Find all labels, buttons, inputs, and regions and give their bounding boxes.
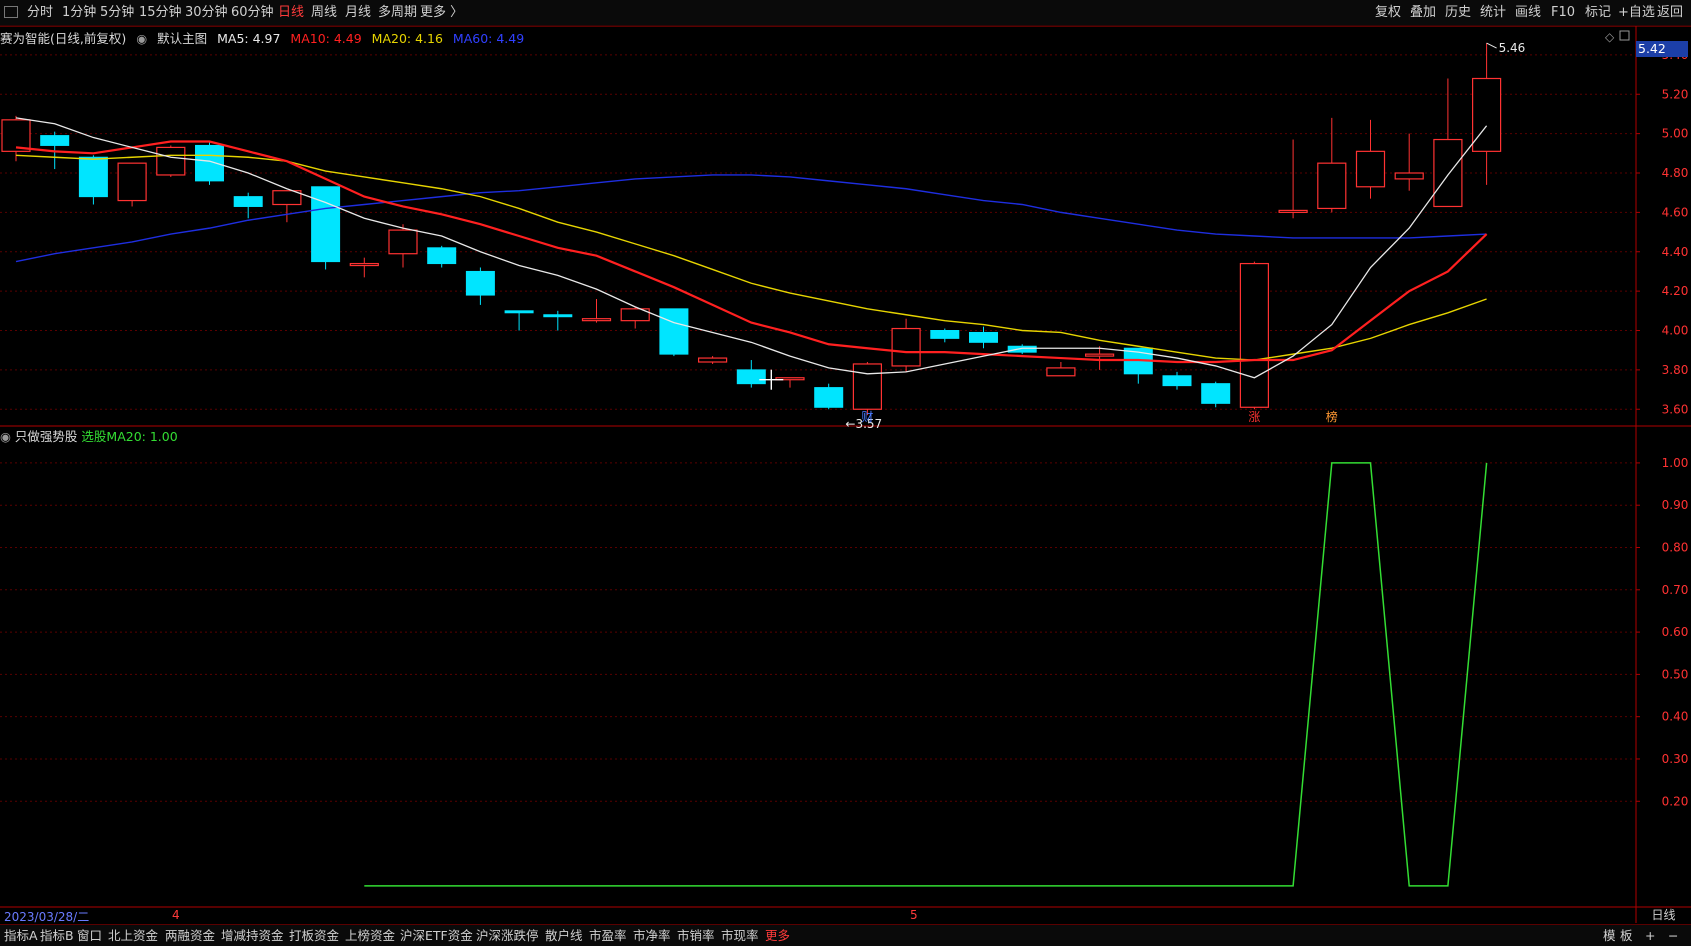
price-tick-label: 4.60	[1662, 205, 1689, 219]
window-icon	[1619, 30, 1630, 41]
candle-body	[969, 331, 998, 343]
bottom-tab-9[interactable]: 沪深涨跌停	[476, 925, 539, 946]
bottom-tabbar: 指标A 指标B 窗口 北上资金 两融资金 增减持资金 打板资金 上榜资金 沪深ETF资金 沪深涨跌…	[0, 924, 1691, 946]
cursor-date: 2023/03/28/二	[4, 910, 90, 924]
candle-body	[1471, 77, 1502, 152]
bottom-tab-5[interactable]: 增减持资金	[221, 925, 284, 946]
candle-body	[427, 247, 457, 265]
candle-body	[1317, 162, 1347, 210]
current-price-tag: 5.42	[1636, 41, 1688, 57]
bottom-tab-1[interactable]: 指标B	[40, 925, 74, 946]
candle-body	[1007, 345, 1037, 353]
indicator-tick-label: 0.40	[1662, 710, 1689, 724]
bottom-tab-7[interactable]: 上榜资金	[345, 925, 395, 946]
candle-body	[1278, 209, 1308, 213]
price-tick-label: 4.40	[1662, 245, 1689, 259]
event-tag: 财	[861, 410, 873, 424]
candle-body	[852, 363, 883, 410]
candle-body	[1355, 150, 1386, 188]
candle-body	[1394, 172, 1424, 180]
candle-body	[543, 314, 573, 318]
ma60-line	[15, 174, 1487, 263]
bottom-tab-11[interactable]: 市盈率	[589, 925, 627, 946]
price-tick-label: 5.00	[1662, 127, 1689, 141]
candle-body	[1162, 375, 1192, 387]
candle-body	[891, 327, 921, 367]
price-tick-label: 3.80	[1662, 363, 1689, 377]
candle-body	[1046, 367, 1076, 377]
bottom-tab-10[interactable]: 散户线	[545, 925, 583, 946]
candle-body	[504, 310, 534, 314]
candle-body	[930, 330, 960, 339]
zoom-out-button[interactable]: −	[1668, 925, 1678, 946]
bottom-tab-14[interactable]: 市现率	[721, 925, 759, 946]
candle-body	[659, 308, 689, 355]
candle-body	[349, 262, 379, 267]
candle-body	[156, 146, 186, 176]
kline-chart[interactable]: 5.405.205.004.804.604.404.204.003.803.60…	[0, 0, 1691, 945]
candle-body	[78, 156, 108, 198]
mode-button[interactable]: 模	[1603, 925, 1616, 946]
board-button[interactable]: 板	[1620, 925, 1633, 946]
candle-body	[311, 186, 341, 263]
month-label-5: 5	[910, 908, 918, 922]
high-price-label: 5.46	[1499, 41, 1526, 55]
bottom-tab-8[interactable]: 沪深ETF资金	[400, 925, 473, 946]
candle-body	[465, 270, 495, 296]
bottom-tab-0[interactable]: 指标A	[4, 925, 38, 946]
indicator-tick-label: 0.50	[1662, 667, 1689, 681]
event-tag: 榜	[1326, 409, 1338, 424]
candle-body	[117, 162, 147, 202]
bottom-tab-2[interactable]: 窗口	[77, 925, 102, 946]
price-tick-label: 4.00	[1662, 324, 1689, 338]
indicator-tick-label: 0.30	[1662, 752, 1689, 766]
bottom-tab-4[interactable]: 两融资金	[165, 925, 215, 946]
indicator-tick-label: 1.00	[1662, 456, 1689, 470]
price-tick-label: 5.20	[1662, 87, 1689, 101]
indicator-tick-label: 0.80	[1662, 541, 1689, 555]
candle-body	[1201, 383, 1231, 404]
bottom-tab-3[interactable]: 北上资金	[108, 925, 158, 946]
diamond-icon[interactable]: ◇	[1605, 30, 1615, 44]
indicator-tick-label: 0.70	[1662, 583, 1689, 597]
candle-body	[814, 387, 844, 408]
candle-body	[581, 318, 612, 322]
bottom-tab-15[interactable]: 更多	[765, 925, 790, 946]
price-tick-label: 4.80	[1662, 166, 1689, 180]
indicator-tick-label: 0.60	[1662, 625, 1689, 639]
candle-body	[1, 119, 31, 152]
high-pointer	[1486, 42, 1497, 49]
candle-body	[1084, 353, 1115, 357]
candle-body	[1433, 138, 1463, 208]
bottom-tab-13[interactable]: 市销率	[677, 925, 715, 946]
zoom-in-button[interactable]: +	[1645, 925, 1655, 946]
price-tick-label: 4.20	[1662, 284, 1689, 298]
candle-body	[40, 135, 70, 146]
candle-body	[1239, 262, 1270, 408]
bottom-tab-12[interactable]: 市净率	[633, 925, 671, 946]
candle-body	[388, 229, 418, 255]
candle-body	[697, 357, 728, 363]
indicator-tick-label: 0.90	[1662, 498, 1689, 512]
bottom-tab-6[interactable]: 打板资金	[289, 925, 339, 946]
price-tick-label: 3.60	[1662, 402, 1689, 416]
candle-body	[233, 196, 263, 207]
month-label-4: 4	[172, 908, 180, 922]
date-axis: 2023/03/28/二 4 5	[0, 908, 1636, 924]
indicator-tick-label: 0.20	[1662, 794, 1689, 808]
event-tag: 涨	[1248, 409, 1260, 424]
candle-body	[195, 144, 224, 182]
candle-body	[736, 369, 766, 385]
period-label: 日线	[1651, 908, 1676, 922]
